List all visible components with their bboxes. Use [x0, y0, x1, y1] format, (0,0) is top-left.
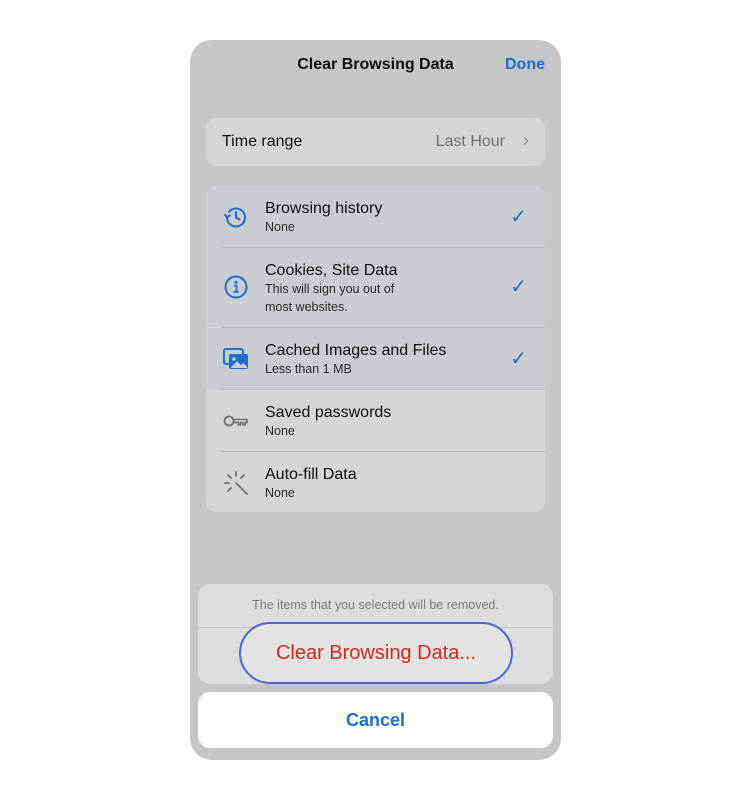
data-types-list: Browsing history None ✓ Cookies, Site Da… [206, 186, 545, 512]
chevron-right-icon: › [523, 130, 529, 150]
autofill-wand-icon [220, 467, 252, 499]
history-icon [220, 201, 252, 233]
clear-browsing-data-button[interactable]: Clear Browsing Data... [239, 622, 513, 684]
item-subtitle-line-1: This will sign you out of [265, 282, 395, 296]
item-title: Browsing history [265, 200, 383, 217]
item-title: Auto-fill Data [265, 466, 357, 483]
item-title: Cached Images and Files [265, 342, 447, 359]
item-subtitle: None [265, 486, 295, 500]
checkmark-icon: ✓ [510, 276, 527, 298]
list-item-cached-images[interactable]: Cached Images and Files Less than 1 MB ✓ [206, 328, 545, 390]
item-title: Cookies, Site Data [265, 262, 398, 279]
item-subtitle: None [265, 220, 295, 234]
cancel-button[interactable]: Cancel [198, 692, 553, 748]
checkmark-icon: ✓ [510, 348, 527, 370]
images-icon [220, 343, 252, 375]
done-button[interactable]: Done [505, 56, 545, 74]
time-range-value: Last Hour [435, 133, 505, 150]
clear-browsing-data-screen: Clear Browsing Data Done Time range Last… [190, 40, 561, 760]
item-subtitle-line-2: most websites. [265, 300, 348, 314]
info-icon [220, 271, 252, 303]
list-item-autofill-data[interactable]: Auto-fill Data None [206, 452, 545, 512]
time-range-row[interactable]: Time range Last Hour › [206, 118, 545, 166]
checkmark-icon: ✓ [510, 206, 527, 228]
item-subtitle: Less than 1 MB [265, 362, 352, 376]
list-item-browsing-history[interactable]: Browsing history None ✓ [206, 186, 545, 248]
item-title: Saved passwords [265, 404, 392, 421]
key-icon [220, 405, 252, 437]
item-subtitle: None [265, 424, 295, 438]
list-item-saved-passwords[interactable]: Saved passwords None [206, 390, 545, 452]
time-range-label: Time range [222, 133, 303, 150]
list-item-cookies-site-data[interactable]: Cookies, Site Data This will sign you ou… [206, 248, 545, 327]
action-sheet-message: The items that you selected will be remo… [252, 598, 499, 612]
